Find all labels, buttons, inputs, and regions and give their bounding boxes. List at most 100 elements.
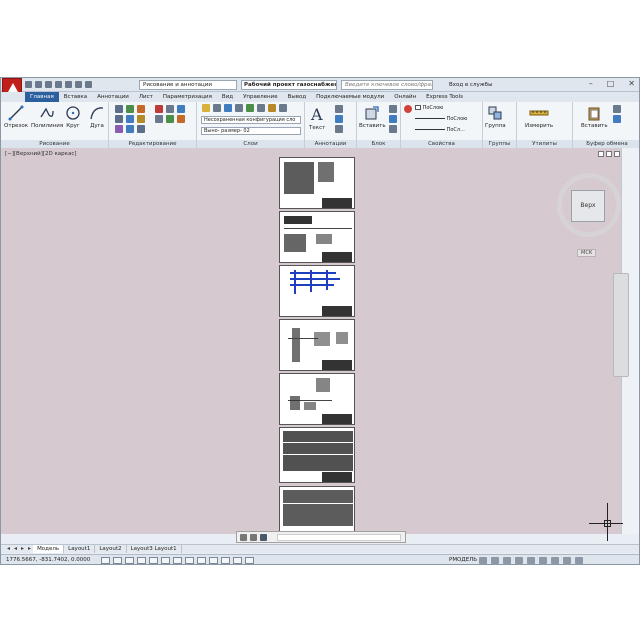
panel-edit-label[interactable]: Редактирование [109,140,196,148]
command-settings-icon[interactable] [250,534,257,541]
sign-in-button[interactable]: Вход в службы [449,80,492,90]
previous-tab-icon[interactable]: ◂ [12,545,19,553]
group-tool[interactable]: Группа [485,105,506,129]
layer-lock-icon[interactable] [257,104,265,112]
color-dropdown[interactable]: ПоСлою [415,104,443,112]
drawing-sheet-5[interactable] [279,373,355,425]
lineweight-dropdown[interactable]: ПоСл... [415,126,465,134]
paste-tool[interactable]: Вставить [581,105,608,129]
polar-icon[interactable] [137,557,146,564]
tab-manage[interactable]: Управление [238,92,283,102]
layer-match-icon[interactable] [213,104,221,112]
panel-layers-label[interactable]: Слои [197,140,304,148]
fillet-icon[interactable] [137,115,145,123]
search-input[interactable]: Введите ключевое слово/фразу [341,80,433,90]
next-tab-icon[interactable]: ▸ [19,545,26,553]
otrack-icon[interactable] [173,557,182,564]
transparency-icon[interactable] [221,557,230,564]
vp-restore-icon[interactable] [606,151,612,157]
tab-home[interactable]: Главная [25,92,59,102]
rotate-icon[interactable] [126,105,134,113]
ucs-menu[interactable]: МСК [577,249,597,257]
stretch-icon[interactable] [115,125,123,133]
break-icon[interactable] [166,115,174,123]
drawing-sheet-2[interactable] [279,211,355,263]
grid-icon[interactable] [113,557,122,564]
tab-annotate[interactable]: Аннотации [92,92,134,102]
layer-state-dropdown[interactable]: Несохраненная конфигурация сло [201,116,301,124]
first-tab-icon[interactable]: ◂ [5,545,12,553]
panel-clipboard-label[interactable]: Буфер обмена [573,140,639,148]
model-space-toggle[interactable]: РМОДЕЛЬ [449,555,477,564]
redo-icon[interactable] [85,81,92,88]
edit-block-icon[interactable] [389,115,397,123]
vp-close-icon[interactable] [614,151,620,157]
tab-express-tools[interactable]: Express Tools [421,92,468,102]
drawing-sheet-6[interactable] [279,427,355,483]
new-icon[interactable] [25,81,32,88]
tab-output[interactable]: Вывод [283,92,312,102]
layer-iso-icon[interactable] [224,104,232,112]
minimize-icon[interactable]: – [589,79,593,88]
3d-osnap-icon[interactable] [161,557,170,564]
quick-view-layouts-icon[interactable] [479,557,487,564]
last-tab-icon[interactable]: ▸ [26,545,33,553]
dyn-icon[interactable] [197,557,206,564]
tab-view[interactable]: Вид [217,92,238,102]
explode-icon[interactable] [166,105,174,113]
mirror-icon[interactable] [126,115,134,123]
workspace-dropdown[interactable]: Рисование и аннотации [139,80,237,90]
create-block-icon[interactable] [389,105,397,113]
offset-icon[interactable] [177,105,185,113]
annotation-visibility-icon[interactable] [515,557,523,564]
tab-layout[interactable]: Лист [134,92,158,102]
panel-groups-label[interactable]: Группы [483,140,516,148]
close-icon[interactable]: ✕ [628,79,635,88]
panel-properties-label[interactable]: Свойства [401,140,482,148]
command-close-icon[interactable] [240,534,247,541]
quick-view-drawings-icon[interactable] [491,557,499,564]
layer-walk-icon[interactable] [268,104,276,112]
arc-tool[interactable]: Дуга [89,105,105,129]
trim-icon[interactable] [137,105,145,113]
viewcube-top-face[interactable]: Верх [571,190,605,222]
scale-icon[interactable] [126,125,134,133]
table-icon[interactable] [335,125,343,133]
vp-minimize-icon[interactable] [598,151,604,157]
color-wheel-icon[interactable] [404,105,412,113]
attribute-icon[interactable] [389,125,397,133]
measure-tool[interactable]: Измерить [525,105,553,129]
snap-icon[interactable] [101,557,110,564]
layer-freeze-icon[interactable] [246,104,254,112]
copy-clip-icon[interactable] [613,115,621,123]
tab-plugins[interactable]: Подключаемые модули [311,92,389,102]
drawing-sheet-3[interactable] [279,265,355,317]
drawing-sheet-4[interactable] [279,319,355,371]
text-tool[interactable]: A Текст [309,105,325,131]
current-layer-dropdown[interactable]: Выно- размер- 02 [201,127,301,135]
tab-layout1[interactable]: Layout1 [64,545,96,553]
plot-icon[interactable] [65,81,72,88]
undo-icon[interactable] [75,81,82,88]
polyline-tool[interactable]: Полилиния [31,105,63,129]
move-icon[interactable] [115,105,123,113]
layer-off-icon[interactable] [235,104,243,112]
line-tool[interactable]: Отрезок [4,105,28,129]
tab-insert[interactable]: Вставка [59,92,92,102]
tab-parametric[interactable]: Параметризация [158,92,217,102]
lock-icon[interactable] [539,557,547,564]
layer-properties-icon[interactable] [202,104,210,112]
clean-screen-icon[interactable] [575,557,583,564]
tab-online[interactable]: Онлайн [389,92,421,102]
workspace-switch-icon[interactable] [527,557,535,564]
drawing-sheet-7[interactable] [279,486,355,534]
isolate-objects-icon[interactable] [563,557,571,564]
hardware-acceleration-icon[interactable] [551,557,559,564]
osnap-icon[interactable] [149,557,158,564]
join-icon[interactable] [155,115,163,123]
save-as-icon[interactable] [55,81,62,88]
linetype-dropdown[interactable]: ПоСлою [415,115,467,123]
ortho-icon[interactable] [125,557,134,564]
command-input[interactable] [277,534,401,541]
insert-block-tool[interactable]: Вставить [359,105,386,129]
